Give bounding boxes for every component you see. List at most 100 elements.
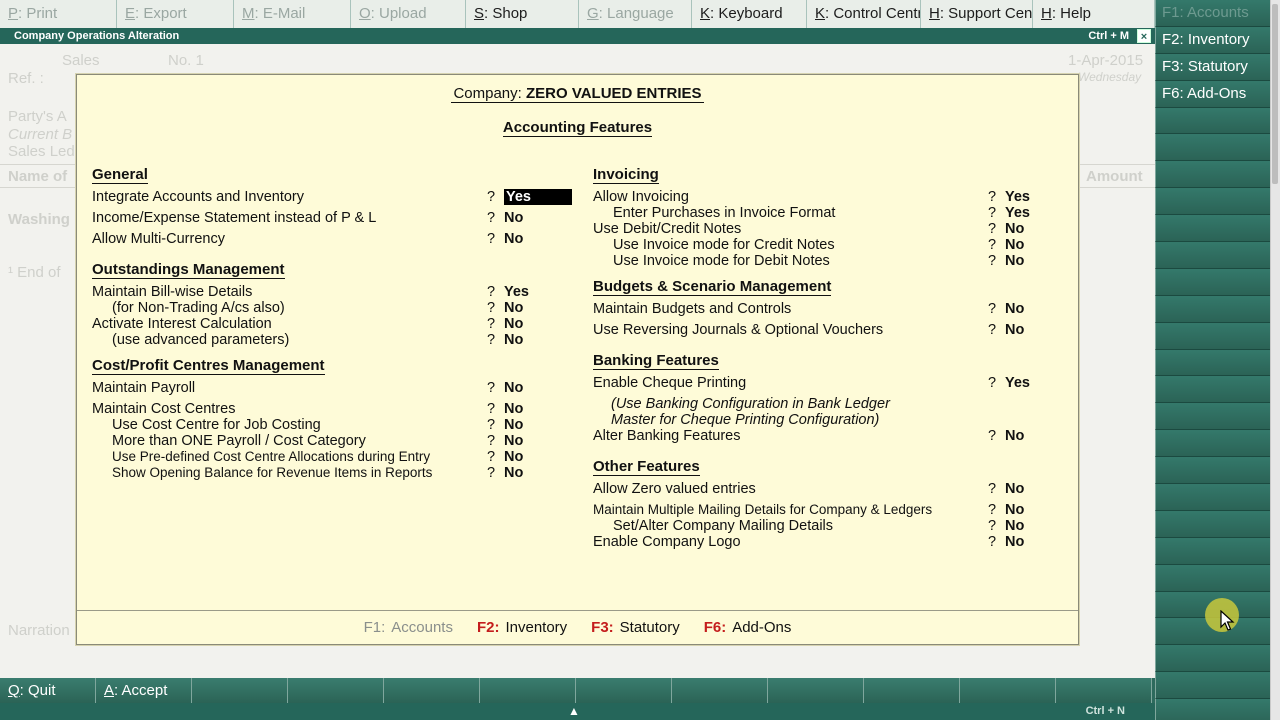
setting-set-alter-company-mailing-details[interactable]: Set/Alter Company Mailing Details? No [593, 518, 1075, 535]
footer-inventory[interactable]: F2: Inventory [477, 619, 567, 636]
setting-value[interactable]: No [1005, 502, 1024, 518]
bottom-empty-button[interactable] [480, 678, 576, 703]
bottom-empty-button[interactable] [672, 678, 768, 703]
menu-language[interactable]: G: Language [579, 0, 692, 28]
setting-income-expense-statement-instead-of-p-l[interactable]: Income/Expense Statement instead of P & … [92, 210, 574, 227]
setting-alter-banking-features[interactable]: Alter Banking Features? No [593, 428, 1075, 445]
menu-control-centre[interactable]: K: Control Centre [807, 0, 921, 28]
setting-value[interactable]: No [1005, 301, 1024, 317]
scroll-up-icon[interactable]: ▲ [568, 703, 580, 720]
setting-value[interactable]: No [504, 433, 523, 449]
setting-enter-purchases-in-invoice-format[interactable]: Enter Purchases in Invoice Format? Yes [593, 205, 1075, 222]
setting-use-advanced-parameters[interactable]: (use advanced parameters)? No [92, 332, 574, 349]
footer-accounts[interactable]: F1: Accounts [364, 619, 453, 636]
bottom-empty-button[interactable] [288, 678, 384, 703]
rightbar-empty-button[interactable] [1155, 349, 1270, 377]
rightbar-empty-button[interactable] [1155, 107, 1270, 135]
rightbar-empty-button[interactable] [1155, 457, 1270, 485]
bottom-quit-button[interactable]: Q: Quit [0, 678, 96, 703]
rightbar-empty-button[interactable] [1155, 430, 1270, 458]
rightbar-f3-statutory[interactable]: F3: Statutory [1155, 53, 1270, 81]
rightbar-f1-accounts[interactable]: F1: Accounts [1155, 0, 1270, 27]
bottom-empty-button[interactable] [864, 678, 960, 703]
footer-add-ons[interactable]: F6: Add-Ons [704, 619, 792, 636]
setting-value[interactable]: Yes [504, 189, 572, 205]
bottom-empty-button[interactable] [384, 678, 480, 703]
setting-allow-zero-valued-entries[interactable]: Allow Zero valued entries? No [593, 481, 1075, 498]
setting-use-debit-credit-notes[interactable]: Use Debit/Credit Notes? No [593, 221, 1075, 238]
setting-maintain-payroll[interactable]: Maintain Payroll? No [92, 380, 574, 397]
close-icon[interactable]: × [1137, 29, 1151, 43]
footer-statutory[interactable]: F3: Statutory [591, 619, 680, 636]
rightbar-empty-button[interactable] [1155, 322, 1270, 350]
rightbar-empty-button[interactable] [1155, 268, 1270, 296]
rightbar-empty-button[interactable] [1155, 161, 1270, 189]
setting-value[interactable]: No [1005, 221, 1024, 237]
bottom-empty-button[interactable] [192, 678, 288, 703]
rightbar-empty-button[interactable] [1155, 699, 1270, 720]
setting-value[interactable]: No [1005, 253, 1024, 269]
menu-help[interactable]: H: Help [1033, 0, 1155, 28]
rightbar-empty-button[interactable] [1155, 376, 1270, 404]
setting-value[interactable]: No [504, 465, 523, 481]
setting-more-than-one-payroll-cost-category[interactable]: More than ONE Payroll / Cost Category? No [92, 433, 574, 450]
rightbar-empty-button[interactable] [1155, 403, 1270, 431]
setting-activate-interest-calculation[interactable]: Activate Interest Calculation? No [92, 316, 574, 333]
menu-e-mail[interactable]: M: E-Mail [234, 0, 351, 28]
setting-value[interactable]: No [504, 300, 523, 316]
setting-value[interactable]: Yes [504, 284, 529, 300]
menu-upload[interactable]: O: Upload [351, 0, 466, 28]
setting-value[interactable]: Yes [1005, 205, 1030, 221]
setting-value[interactable]: No [504, 380, 523, 396]
setting-allow-multi-currency[interactable]: Allow Multi-Currency? No [92, 231, 574, 248]
setting-value[interactable]: Yes [1005, 189, 1030, 205]
setting-maintain-multiple-mailing-details-for-company-ledgers[interactable]: Maintain Multiple Mailing Details for Co… [593, 502, 1075, 519]
menu-keyboard[interactable]: K: Keyboard [692, 0, 807, 28]
setting-value[interactable]: No [1005, 322, 1024, 338]
setting-enable-company-logo[interactable]: Enable Company Logo? No [593, 534, 1075, 551]
setting-value[interactable]: No [1005, 237, 1024, 253]
setting-value[interactable]: No [1005, 534, 1024, 550]
rightbar-empty-button[interactable] [1155, 215, 1270, 243]
rightbar-empty-button[interactable] [1155, 537, 1270, 565]
setting-use-pre-defined-cost-centre-allocations-during-entry[interactable]: Use Pre-defined Cost Centre Allocations … [92, 449, 574, 466]
setting-value[interactable]: Yes [1005, 375, 1030, 391]
menu-print[interactable]: P: Print [0, 0, 117, 28]
setting-value[interactable]: No [504, 332, 523, 348]
setting-value[interactable]: No [504, 231, 523, 247]
bottom-empty-button[interactable] [1056, 678, 1152, 703]
rightbar-empty-button[interactable] [1155, 134, 1270, 162]
setting-value[interactable]: No [1005, 481, 1024, 497]
bottom-empty-button[interactable] [960, 678, 1056, 703]
setting-value[interactable]: No [1005, 518, 1024, 534]
setting-maintain-budgets-and-controls[interactable]: Maintain Budgets and Controls? No [593, 301, 1075, 318]
setting-value[interactable]: No [504, 401, 523, 417]
rightbar-empty-button[interactable] [1155, 242, 1270, 269]
setting-enable-cheque-printing[interactable]: Enable Cheque Printing? Yes [593, 375, 1075, 392]
rightbar-empty-button[interactable] [1155, 484, 1270, 511]
rightbar-empty-button[interactable] [1155, 564, 1270, 592]
setting-value[interactable]: No [504, 316, 523, 332]
setting-use-invoice-mode-for-credit-notes[interactable]: Use Invoice mode for Credit Notes? No [593, 237, 1075, 254]
setting-allow-invoicing[interactable]: Allow Invoicing? Yes [593, 189, 1075, 206]
rightbar-f6-add-ons[interactable]: F6: Add-Ons [1155, 80, 1270, 108]
bottom-empty-button[interactable] [768, 678, 864, 703]
scrollbar-thumb[interactable] [1272, 4, 1278, 184]
rightbar-empty-button[interactable] [1155, 295, 1270, 323]
menu-shop[interactable]: S: Shop [466, 0, 579, 28]
setting-use-reversing-journals-optional-vouchers[interactable]: Use Reversing Journals & Optional Vouche… [593, 322, 1075, 339]
bottom-accept-button[interactable]: A: Accept [96, 678, 192, 703]
setting-maintain-cost-centres[interactable]: Maintain Cost Centres? No [92, 401, 574, 418]
setting-show-opening-balance-for-revenue-items-in-reports[interactable]: Show Opening Balance for Revenue Items i… [92, 465, 574, 482]
setting-value[interactable]: No [504, 449, 523, 465]
menu-support-centre[interactable]: H: Support Centre [921, 0, 1033, 28]
setting-use-invoice-mode-for-debit-notes[interactable]: Use Invoice mode for Debit Notes? No [593, 253, 1075, 270]
rightbar-empty-button[interactable] [1155, 510, 1270, 538]
setting-use-cost-centre-for-job-costing[interactable]: Use Cost Centre for Job Costing? No [92, 417, 574, 434]
rightbar-empty-button[interactable] [1155, 645, 1270, 673]
rightbar-f2-inventory[interactable]: F2: Inventory [1155, 26, 1270, 54]
setting-maintain-bill-wise-details[interactable]: Maintain Bill-wise Details? Yes [92, 284, 574, 301]
setting-value[interactable]: No [504, 417, 523, 433]
rightbar-empty-button[interactable] [1155, 188, 1270, 216]
rightbar-empty-button[interactable] [1155, 672, 1270, 700]
